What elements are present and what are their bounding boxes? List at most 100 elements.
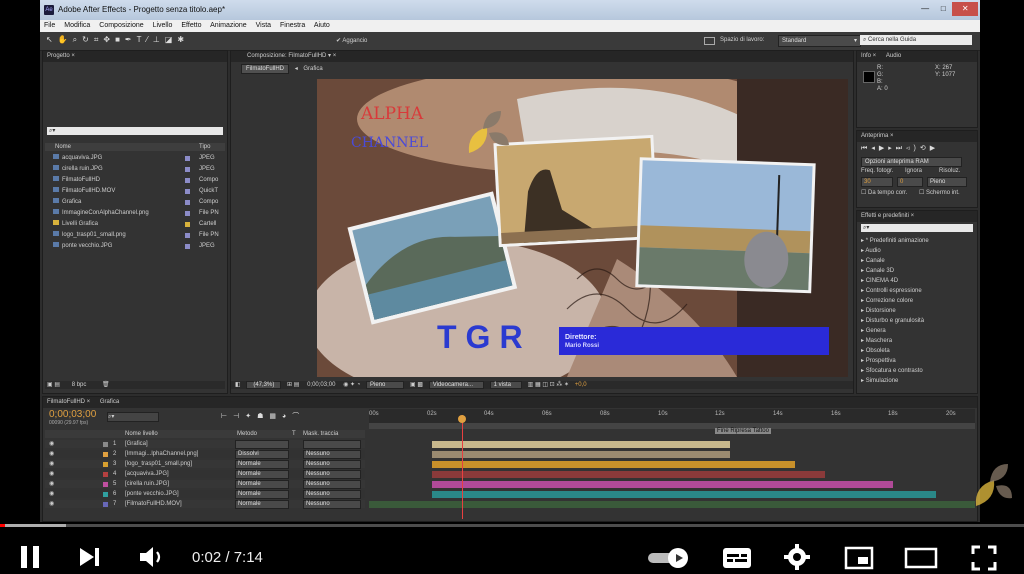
effects-search-input[interactable]: ⌕▾ — [861, 224, 973, 232]
subtab-filmato[interactable]: FilmatoFullHD — [241, 64, 290, 74]
bpc-label[interactable]: 8 bpc — [72, 382, 87, 388]
playhead[interactable] — [462, 415, 463, 519]
effect-category[interactable]: ▸ Canale 3D — [861, 266, 971, 276]
layer-matte-select[interactable] — [303, 440, 361, 449]
zoom-select[interactable]: (47,3%) — [246, 381, 282, 389]
volume-icon[interactable] — [138, 544, 166, 570]
label-color-swatch[interactable] — [185, 167, 190, 172]
layer-mode-select[interactable]: Normale — [235, 490, 289, 499]
mask-tool-icon[interactable]: ■ — [115, 35, 125, 44]
col-track-matte[interactable]: Mask. traccia — [303, 430, 338, 438]
effect-category[interactable]: ▸ Genera — [861, 326, 971, 336]
visibility-eye-icon[interactable]: ◉ — [49, 480, 54, 488]
label-color-swatch[interactable] — [185, 211, 190, 216]
playhead-handle-icon[interactable] — [458, 415, 466, 423]
effect-category[interactable]: ▸ Simulazione — [861, 376, 971, 386]
layer-duration-bar[interactable] — [369, 501, 975, 508]
layer-duration-bar[interactable] — [432, 441, 730, 448]
frame-rate-select[interactable]: 30 — [861, 177, 893, 187]
visibility-eye-icon[interactable]: ◉ — [49, 460, 54, 468]
layer-label-swatch[interactable] — [103, 442, 108, 447]
label-color-swatch[interactable] — [185, 189, 190, 194]
zoom-tool-icon[interactable]: ⌕ — [73, 35, 82, 44]
layer-name[interactable]: [Immagi...lphaChannel.png] — [125, 450, 198, 458]
effect-category[interactable]: ▸ Disturbo e granulosità — [861, 316, 971, 326]
hand-tool-icon[interactable]: ✋ — [58, 35, 73, 44]
frame-blend-icon[interactable]: ▦ — [269, 413, 282, 420]
subtitles-icon[interactable] — [722, 546, 752, 570]
snapshot-icon[interactable]: ◉ ✦ ◔ — [343, 382, 360, 388]
help-search-input[interactable]: ⌕ Cerca nella Guida — [860, 35, 972, 45]
col-track[interactable]: T — [292, 430, 296, 438]
effect-category[interactable]: ▸ Audio — [861, 246, 971, 256]
view-layout-select[interactable]: 1 vista — [489, 381, 522, 389]
region-icon[interactable]: ▣ ▩ — [410, 382, 423, 388]
play-icon[interactable]: ▶ — [879, 145, 888, 152]
ram-preview-icon[interactable]: ▶ — [930, 145, 939, 152]
autoplay-toggle[interactable] — [648, 548, 688, 568]
layer-matte-select[interactable]: Nessuno — [303, 480, 361, 489]
progress-track[interactable] — [0, 524, 1024, 527]
resolution-select[interactable]: Pieno — [366, 381, 405, 389]
label-color-swatch[interactable] — [185, 244, 190, 249]
pan-behind-tool-icon[interactable]: ✥ — [103, 35, 115, 44]
marker-label[interactable]: Fine Ripresa Tattoo — [715, 428, 771, 434]
layer-row[interactable]: ◉ 1 [Grafica] — [45, 440, 365, 449]
mute-icon[interactable]: ◃) — [906, 145, 920, 152]
layer-mode-select[interactable]: Normale — [235, 480, 289, 489]
maximize-button[interactable]: □ — [934, 2, 952, 16]
col-name-header[interactable]: Nome — [55, 143, 71, 151]
interpret-footage-icon[interactable]: ▣ ▤ — [47, 382, 60, 388]
timeline-tab-filmato[interactable]: FilmatoFullHD — [47, 399, 85, 405]
fullscreen-icon[interactable] — [970, 544, 998, 572]
preview-resolution-select[interactable]: Pieno — [927, 177, 967, 187]
label-color-swatch[interactable] — [185, 222, 190, 227]
exposure-field[interactable]: +0,0 — [575, 382, 587, 388]
menu-modifica[interactable]: Modifica — [64, 22, 90, 29]
effect-category[interactable]: ▸ Canale — [861, 256, 971, 266]
workspace-select[interactable]: Standard ▾ — [778, 35, 861, 47]
preview-tab[interactable]: Anteprima × — [857, 131, 977, 142]
visibility-eye-icon[interactable]: ◉ — [49, 470, 54, 478]
project-item[interactable]: Livelli Grafica Cartell — [45, 219, 225, 230]
from-current-checkbox[interactable]: ☐ Da tempo corr. — [861, 189, 907, 196]
layer-name[interactable]: [FilmatoFullHD.MOV] — [125, 500, 182, 508]
menu-finestra[interactable]: Finestra — [280, 22, 305, 29]
pause-icon[interactable] — [18, 544, 42, 570]
effect-category[interactable]: ▸ Sfocatura e contrasto — [861, 366, 971, 376]
snap-checkbox[interactable]: ✔ Aggancio — [336, 37, 367, 44]
track-area[interactable] — [369, 440, 975, 510]
effect-category[interactable]: ▸ CINEMA 4D — [861, 276, 971, 286]
label-color-swatch[interactable] — [185, 178, 190, 183]
miniplayer-icon[interactable] — [844, 546, 874, 570]
project-item[interactable]: Grafica Compo — [45, 197, 225, 208]
layer-mode-select[interactable] — [235, 440, 289, 449]
layer-matte-select[interactable]: Nessuno — [303, 470, 361, 479]
camera-tool-icon[interactable]: ⌗ — [94, 35, 104, 44]
work-area-bar[interactable] — [369, 423, 975, 429]
layer-row[interactable]: ◉ 2 [Immagi...lphaChannel.png] Dissolvi Ness… — [45, 450, 365, 459]
effect-category[interactable]: ▸ Controlli espressione — [861, 286, 971, 296]
eraser-tool-icon[interactable]: ◪ — [165, 35, 178, 44]
label-color-swatch[interactable] — [185, 200, 190, 205]
trash-icon[interactable]: 🗑 — [102, 382, 110, 388]
menu-composizione[interactable]: Composizione — [99, 22, 143, 29]
composition-tab[interactable]: Composizione: FilmatoFullHD ▾ × — [231, 51, 853, 62]
fullscreen-checkbox[interactable]: ☐ Schermo int. — [919, 189, 960, 196]
menu-animazione[interactable]: Animazione — [210, 22, 247, 29]
layer-mode-select[interactable]: Dissolvi — [235, 450, 289, 459]
layer-duration-bar[interactable] — [432, 481, 893, 488]
last-frame-icon[interactable]: ⏭ — [896, 145, 906, 152]
layer-label-swatch[interactable] — [103, 472, 108, 477]
project-item[interactable]: FilmatoFullHD Compo — [45, 175, 225, 186]
effect-category[interactable]: ▸ Distorsione — [861, 306, 971, 316]
draft-3d-icon[interactable]: ✦ — [245, 413, 257, 420]
layer-label-swatch[interactable] — [103, 502, 108, 507]
layer-mode-select[interactable]: Normale — [235, 460, 289, 469]
visibility-eye-icon[interactable]: ◉ — [49, 450, 54, 458]
project-item[interactable]: ponte vecchio.JPG JPEG — [45, 241, 225, 252]
label-color-swatch[interactable] — [185, 233, 190, 238]
layer-name[interactable]: [cirella ruin.JPG] — [125, 480, 169, 488]
project-search-input[interactable]: ⌕▾ — [47, 127, 223, 135]
timeline-timecode[interactable]: 0;00;03;00 — [49, 409, 96, 420]
